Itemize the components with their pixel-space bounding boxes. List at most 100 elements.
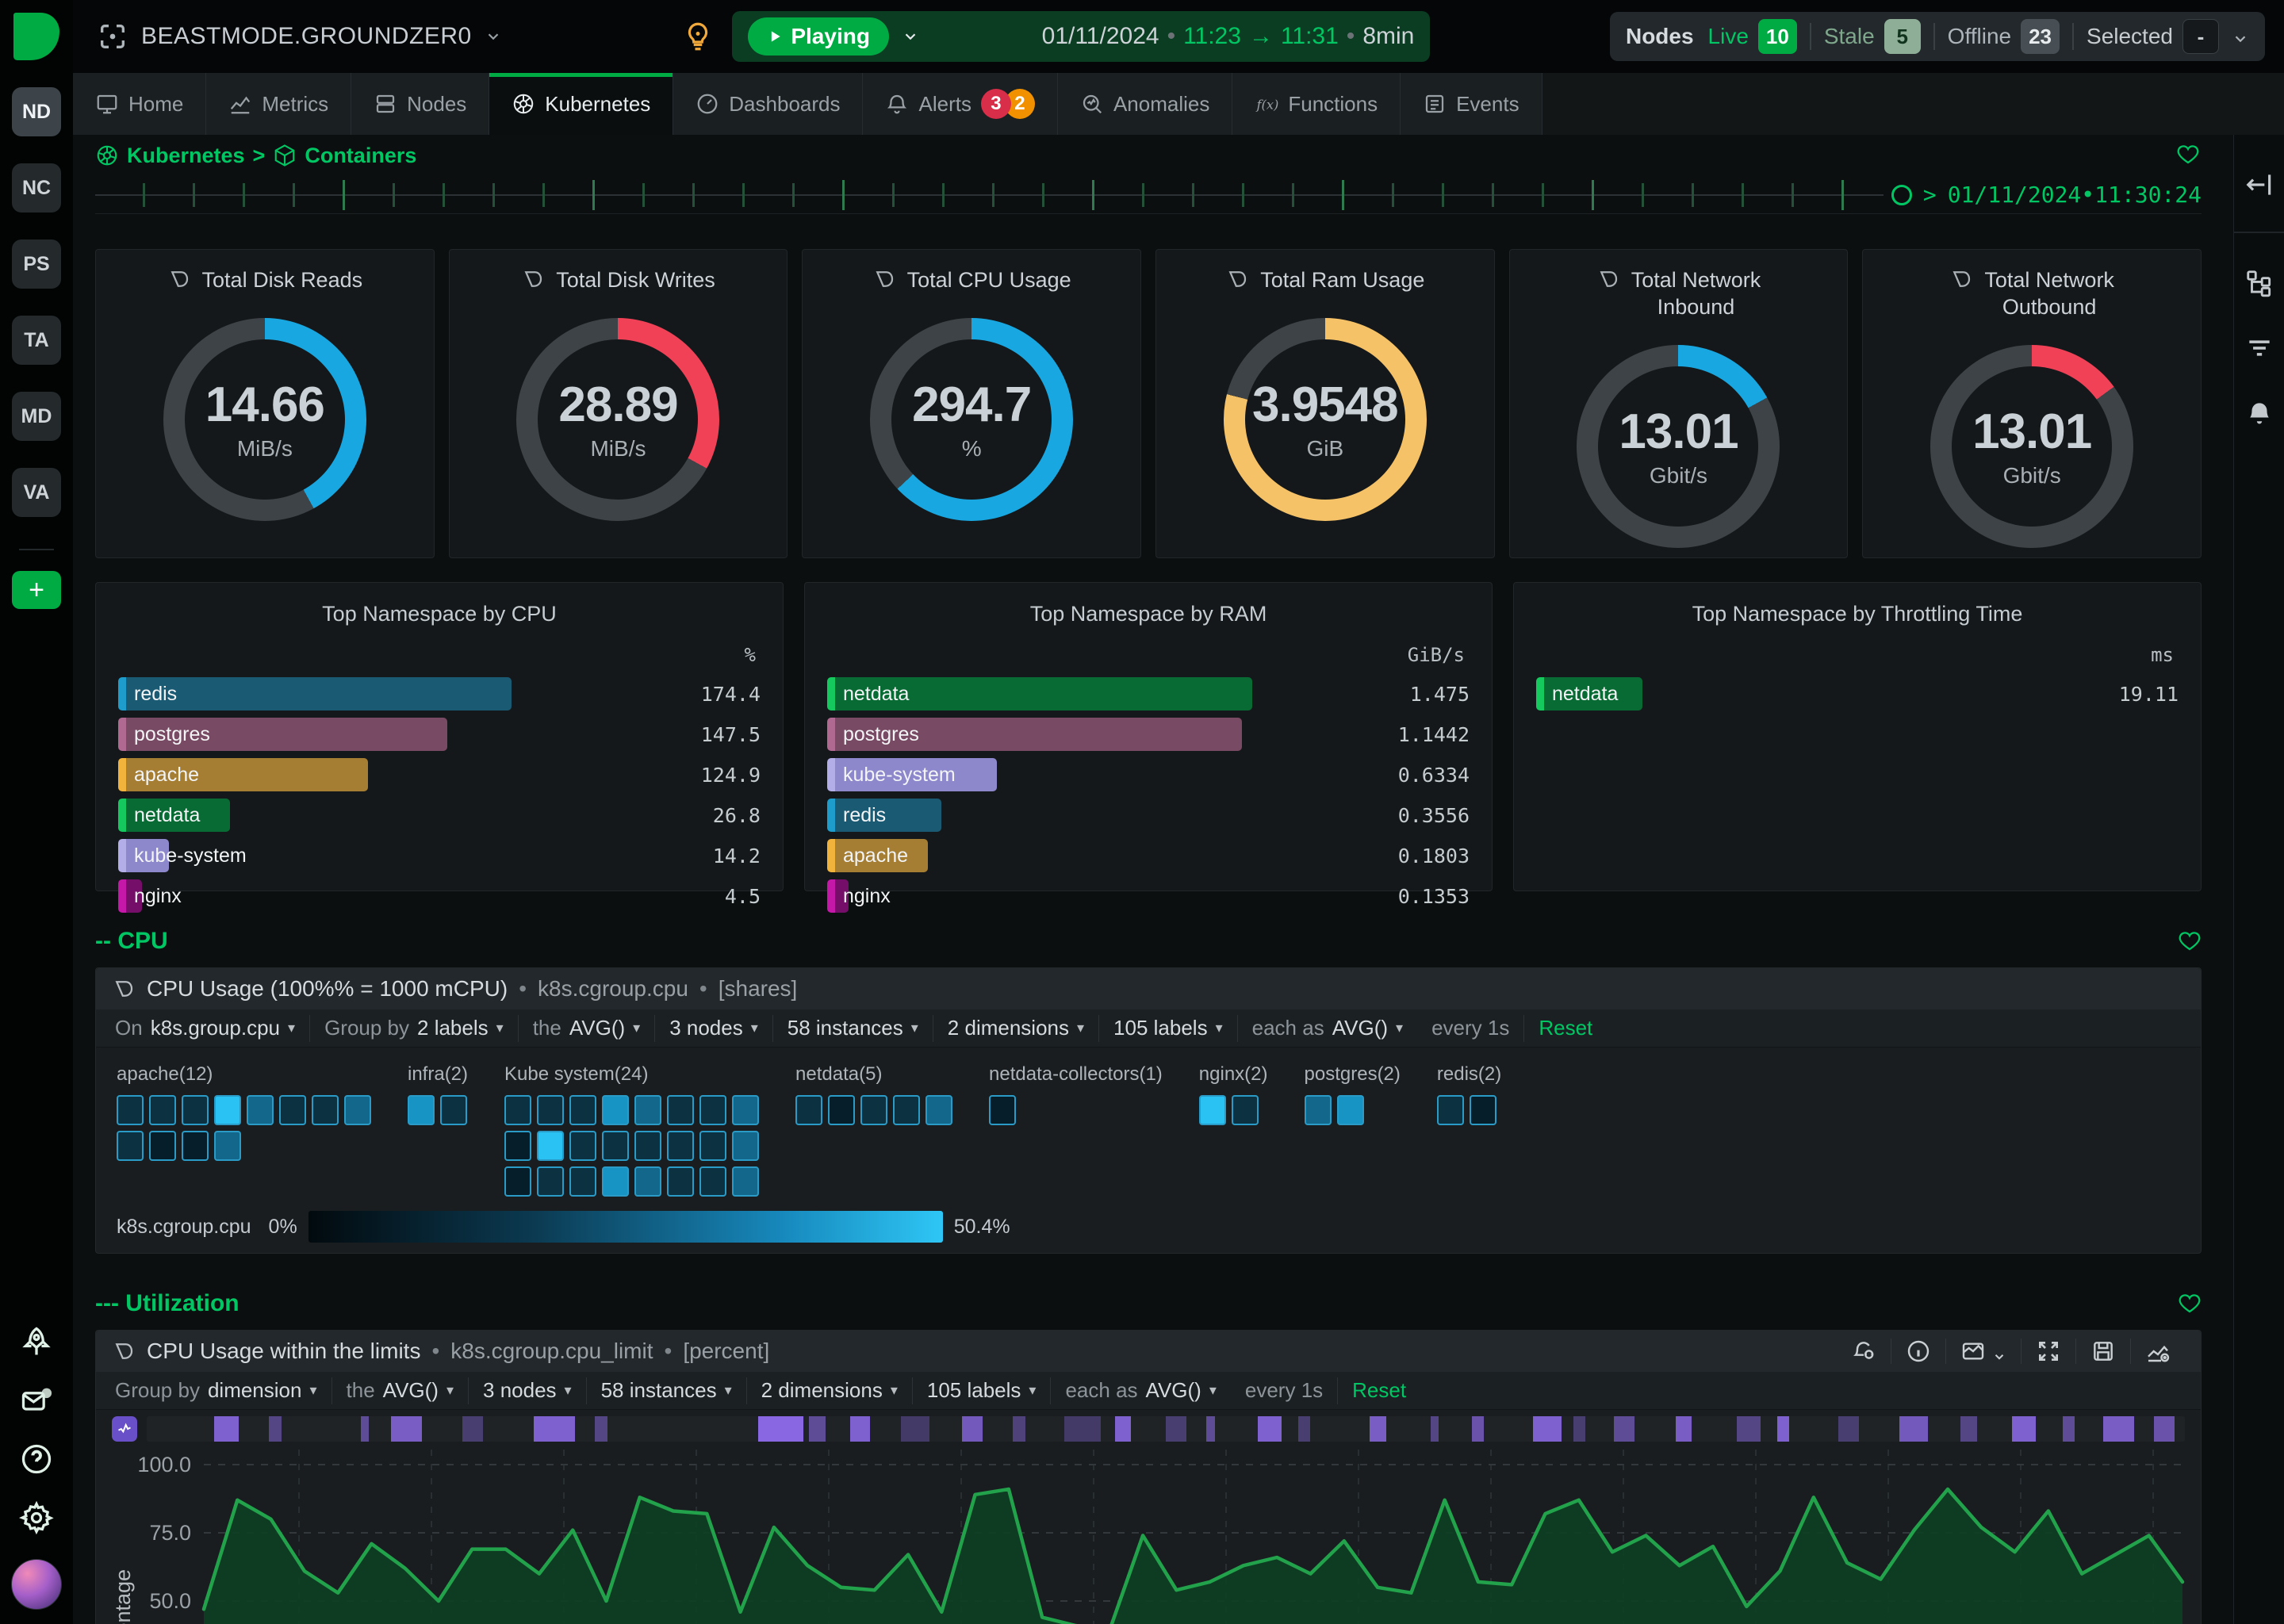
utilization-area-chart[interactable]: 100.075.050.0Percentage [96, 1442, 2201, 1624]
tab-functions[interactable]: f(x)Functions [1232, 73, 1401, 135]
heatmap-cell[interactable] [1470, 1095, 1496, 1125]
control-k8s-group-cpu[interactable]: Onk8s.group.cpu▾ [101, 1015, 309, 1042]
heatmap-cell[interactable] [312, 1095, 339, 1125]
heatmap-cell[interactable] [667, 1166, 694, 1197]
tab-metrics[interactable]: Metrics [206, 73, 351, 135]
heatmap-cell[interactable] [408, 1095, 435, 1125]
chevron-down-icon[interactable] [485, 28, 502, 45]
node-filter-live[interactable]: Live10 [1708, 19, 1797, 54]
user-avatar[interactable] [11, 1559, 62, 1610]
control-2-labels[interactable]: Group by2 labels▾ [309, 1015, 518, 1042]
heatmap-cell[interactable] [247, 1095, 274, 1125]
node-filter-stale[interactable]: Stale5 [1824, 19, 1921, 54]
heatmap-cell[interactable] [149, 1131, 176, 1161]
namespace-bar-nginx[interactable]: nginx [827, 879, 849, 913]
control-avg-[interactable]: each asAVG()▾ [1050, 1377, 1230, 1404]
heatmap-cell[interactable] [537, 1166, 564, 1197]
breadcrumb-current[interactable]: Containers [305, 144, 416, 168]
node-filter-selected[interactable]: Selected- [2087, 19, 2219, 54]
tab-kubernetes[interactable]: Kubernetes [489, 73, 673, 135]
heatmap-cell[interactable] [537, 1095, 564, 1125]
namespace-bar-kube-system[interactable]: kube-system [827, 758, 997, 791]
add-chart-icon[interactable] [2130, 1339, 2185, 1363]
space-badge-ta[interactable]: TA [12, 316, 61, 365]
heatmap-cell[interactable] [893, 1095, 920, 1125]
heatmap-cell[interactable] [214, 1131, 241, 1161]
control-58-instances[interactable]: 58 instances▾ [586, 1377, 746, 1404]
namespace-bar-kube-system[interactable]: kube-system [118, 839, 169, 872]
heatmap-cell[interactable] [149, 1095, 176, 1125]
alert-settings-icon[interactable] [1837, 1339, 1891, 1363]
anomaly-ribbon[interactable] [147, 1416, 2185, 1442]
heatmap-cell[interactable] [279, 1095, 306, 1125]
namespace-bar-apache[interactable]: apache [118, 758, 368, 791]
heatmap-cell[interactable] [795, 1095, 822, 1125]
chart-type-icon[interactable] [1945, 1339, 2021, 1363]
heatmap-cell[interactable] [504, 1131, 531, 1161]
collapse-panel-icon[interactable] [2244, 170, 2274, 200]
control-2-dimensions[interactable]: 2 dimensions▾ [933, 1015, 1098, 1042]
heatmap-cell[interactable] [925, 1095, 952, 1125]
filter-icon[interactable] [2244, 333, 2274, 363]
section-heart-icon[interactable] [2178, 1292, 2202, 1316]
add-space-button[interactable]: + [12, 571, 61, 609]
control-105-labels[interactable]: 105 labels▾ [1098, 1015, 1237, 1042]
heatmap-cell[interactable] [569, 1095, 596, 1125]
heatmap-cell[interactable] [117, 1131, 144, 1161]
control-58-instances[interactable]: 58 instances▾ [772, 1015, 933, 1042]
alerts-bell-icon[interactable] [2244, 398, 2274, 428]
fullscreen-icon[interactable] [2021, 1339, 2075, 1363]
heatmap-cell[interactable] [1337, 1095, 1364, 1125]
nodes-chevron-icon[interactable] [2232, 28, 2249, 45]
help-icon[interactable] [19, 1442, 54, 1477]
heatmap-cell[interactable] [634, 1131, 661, 1161]
heatmap-cell[interactable] [732, 1131, 759, 1161]
heatmap-cell[interactable] [602, 1166, 629, 1197]
heatmap-cell[interactable] [634, 1095, 661, 1125]
heatmap-cell[interactable] [1199, 1095, 1226, 1125]
control-every-1s[interactable]: every 1s [1417, 1015, 1523, 1042]
heatmap-cell[interactable] [634, 1166, 661, 1197]
heatmap-cell[interactable] [699, 1131, 726, 1161]
heatmap-cell[interactable] [860, 1095, 887, 1125]
control-dimension[interactable]: Group bydimension▾ [101, 1377, 331, 1404]
play-button[interactable]: Playing [748, 17, 889, 56]
control-avg-[interactable]: theAVG()▾ [331, 1377, 469, 1404]
namespace-bar-nginx[interactable]: nginx [118, 879, 142, 913]
timeline-ticks[interactable] [95, 183, 1884, 207]
news-bulb-icon[interactable] [681, 20, 715, 53]
tab-alerts[interactable]: Alerts32 [863, 73, 1057, 135]
hierarchy-icon[interactable] [2244, 268, 2274, 298]
tab-anomalies[interactable]: Anomalies [1058, 73, 1232, 135]
heatmap-cell[interactable] [1232, 1095, 1259, 1125]
heatmap-cell[interactable] [732, 1095, 759, 1125]
space-badge-nd[interactable]: ND [12, 87, 61, 136]
heatmap-cell[interactable] [117, 1095, 144, 1125]
timeline-handle[interactable] [1891, 185, 1912, 205]
heatmap-cell[interactable] [214, 1095, 241, 1125]
info-icon[interactable] [1891, 1339, 1945, 1363]
heatmap-cell[interactable] [602, 1131, 629, 1161]
space-selector[interactable]: BEASTMODE.GROUNDZER0 [97, 21, 502, 52]
heatmap-cell[interactable] [602, 1095, 629, 1125]
node-filter-offline[interactable]: Offline23 [1948, 19, 2060, 54]
control-reset[interactable]: Reset [1523, 1015, 1607, 1042]
namespace-bar-netdata[interactable]: netdata [827, 677, 1252, 710]
heatmap-cell[interactable] [1437, 1095, 1464, 1125]
tab-dashboards[interactable]: Dashboards [673, 73, 863, 135]
settings-icon[interactable] [19, 1500, 54, 1535]
namespace-bar-apache[interactable]: apache [827, 839, 928, 872]
heatmap-cell[interactable] [569, 1131, 596, 1161]
namespace-bar-postgres[interactable]: postgres [827, 718, 1242, 751]
namespace-bar-netdata[interactable]: netdata [118, 799, 230, 832]
heatmap-cell[interactable] [989, 1095, 1016, 1125]
breadcrumb-root[interactable]: Kubernetes [127, 144, 245, 168]
tab-events[interactable]: Events [1401, 73, 1542, 135]
namespace-bar-postgres[interactable]: postgres [118, 718, 447, 751]
time-range[interactable]: 01/11/2024 • 11:23 → 11:31 • 8min [1042, 23, 1415, 50]
heatmap-cell[interactable] [699, 1095, 726, 1125]
space-badge-nc[interactable]: NC [12, 163, 61, 213]
control-105-labels[interactable]: 105 labels▾ [912, 1377, 1051, 1404]
control-avg-[interactable]: each asAVG()▾ [1237, 1015, 1417, 1042]
heatmap-cell[interactable] [699, 1166, 726, 1197]
